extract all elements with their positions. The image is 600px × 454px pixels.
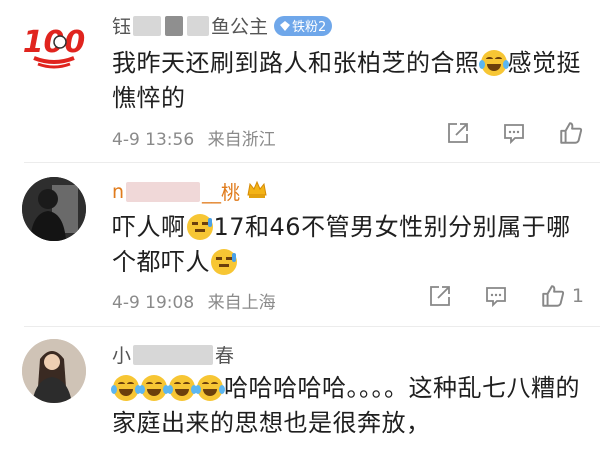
laughing-tears-icon [139, 375, 169, 401]
avatar[interactable] [22, 339, 86, 403]
comment-meta: 4-9 13:56 来自浙江 [112, 130, 276, 150]
share-button[interactable] [446, 121, 470, 145]
laughing-tears-icon [195, 375, 225, 401]
crown-icon [246, 179, 268, 204]
hundred-emoji-icon: 100 [23, 25, 85, 69]
reply-button[interactable] [502, 121, 526, 145]
comment-icon [504, 124, 524, 145]
reply-button[interactable] [484, 284, 508, 308]
share-button[interactable] [428, 284, 452, 308]
user-photo-icon [22, 339, 86, 403]
username[interactable]: 小 春 [112, 341, 234, 368]
avatar[interactable]: 100 [22, 12, 86, 76]
avatar[interactable] [22, 177, 86, 241]
comment-text: 我昨天还刷到路人和张柏芝的合照 感觉挺憔悴的 [112, 49, 581, 112]
share-icon [430, 286, 450, 306]
comment-item: n __桃 吓人啊 17和46不管男女性别分别属于哪个都吓人 4-9 19:08 … [0, 163, 600, 327]
like-button[interactable] [558, 120, 584, 146]
comment-item: 小 春 哈哈哈哈哈。。。。这种乱七八糟的家庭出来的思想也是很奔放， [0, 327, 600, 454]
laughing-tears-icon [167, 375, 197, 401]
fan-badge: 铁粉2 [274, 15, 333, 36]
comment-actions: 1 [396, 283, 584, 309]
comment-item: 100 钰 鱼公主 铁粉2 我昨天还刷到路人和张柏芝的合照感觉挺憔悴的 4-9 … [0, 0, 600, 163]
scared-face-icon [186, 214, 213, 240]
comment-icon [486, 287, 506, 308]
scared-face-icon [211, 249, 237, 275]
comment-text: 哈哈哈哈哈。。。。这种乱七八糟的家庭出来的思想也是很奔放， [111, 374, 580, 437]
laughing-tears-icon [478, 50, 509, 76]
share-icon [448, 123, 468, 143]
like-button[interactable]: 1 [540, 283, 584, 309]
laughing-tears-icon [111, 375, 141, 401]
username[interactable]: n __桃 [112, 178, 268, 205]
username[interactable]: 钰 鱼公主 铁粉2 [112, 12, 333, 39]
like-count: 1 [571, 285, 584, 307]
thumbs-up-icon [542, 285, 564, 307]
comment-text: 吓人啊 17和46不管男女性别分别属于哪个都吓人 [112, 213, 571, 276]
comment-meta: 4-9 19:08 来自上海 [112, 293, 276, 313]
comment-actions [414, 120, 584, 146]
user-photo-icon [22, 177, 86, 241]
diamond-icon [280, 20, 291, 31]
thumbs-up-icon [560, 122, 583, 144]
